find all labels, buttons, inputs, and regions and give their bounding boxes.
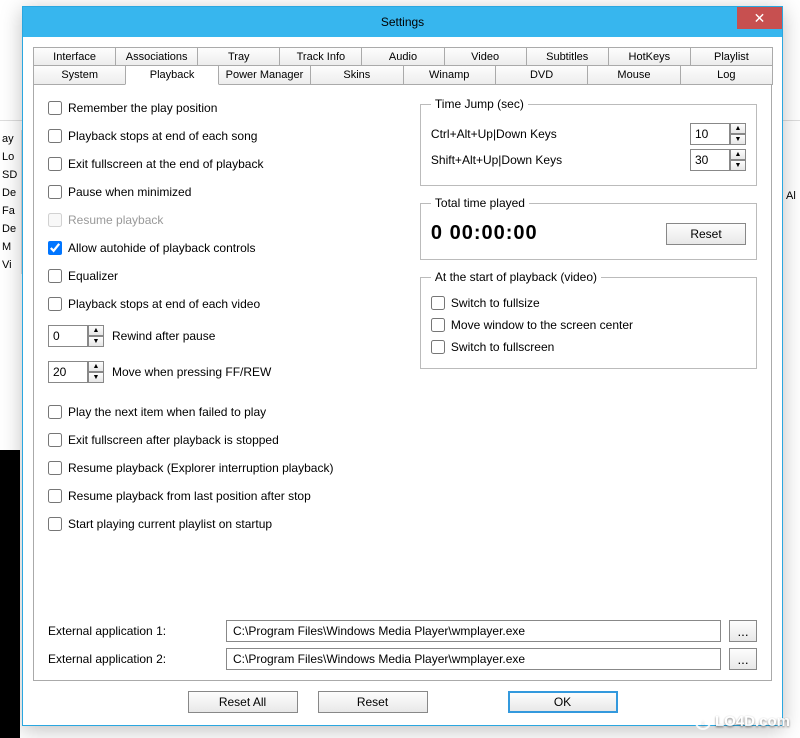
shift-keys-spinner[interactable]: ▲ ▼ xyxy=(690,149,746,171)
ctrl-keys-spinner[interactable]: ▲ ▼ xyxy=(690,123,746,145)
reset-button[interactable]: Reset xyxy=(318,691,428,713)
reset-total-time-button[interactable]: Reset xyxy=(666,223,746,245)
total-time-group: Total time played 0 00:00:00 Reset xyxy=(420,196,757,260)
tab-mouse[interactable]: Mouse xyxy=(587,65,680,85)
tab-playback[interactable]: Playback xyxy=(125,65,218,85)
shift-value[interactable] xyxy=(690,149,730,171)
download-icon: ↓ xyxy=(695,714,711,730)
close-icon: ✕ xyxy=(754,10,766,27)
spin-down-icon[interactable]: ▼ xyxy=(88,372,104,383)
total-time-legend: Total time played xyxy=(431,196,529,210)
spin-down-icon[interactable]: ▼ xyxy=(730,134,746,145)
opt-resume-playback: Resume playback xyxy=(48,209,402,231)
close-button[interactable]: ✕ xyxy=(737,7,782,29)
ffrew-label: Move when pressing FF/REW xyxy=(112,365,271,379)
tab-panel-playback: Remember the play position Playback stop… xyxy=(33,84,772,681)
rewind-value[interactable] xyxy=(48,325,88,347)
window-title: Settings xyxy=(381,15,424,29)
checkbox[interactable] xyxy=(48,405,62,419)
ok-button[interactable]: OK xyxy=(508,691,618,713)
reset-all-button[interactable]: Reset All xyxy=(188,691,298,713)
checkbox[interactable] xyxy=(48,297,62,311)
ctrl-value[interactable] xyxy=(690,123,730,145)
tab-winamp[interactable]: Winamp xyxy=(403,65,496,85)
opt-stop-end-song[interactable]: Playback stops at end of each song xyxy=(48,125,402,147)
opt-play-next-failed[interactable]: Play the next item when failed to play xyxy=(48,401,402,423)
checkbox[interactable] xyxy=(48,101,62,115)
ext-app-1-input[interactable] xyxy=(226,620,721,642)
tab-subtitles[interactable]: Subtitles xyxy=(526,47,609,66)
settings-dialog: Settings ✕ Interface Associations Tray T… xyxy=(22,6,783,726)
spin-up-icon[interactable]: ▲ xyxy=(730,149,746,160)
tab-log[interactable]: Log xyxy=(680,65,773,85)
spin-up-icon[interactable]: ▲ xyxy=(88,361,104,372)
move-ffrew-spinner[interactable]: ▲ ▼ xyxy=(48,361,104,383)
tab-skins[interactable]: Skins xyxy=(310,65,403,85)
opt-start-playlist[interactable]: Start playing current playlist on startu… xyxy=(48,513,402,535)
ext-app-1-label: External application 1: xyxy=(48,624,218,638)
checkbox[interactable] xyxy=(48,157,62,171)
checkbox[interactable] xyxy=(48,185,62,199)
checkbox[interactable] xyxy=(431,340,445,354)
ctrl-keys-label: Ctrl+Alt+Up|Down Keys xyxy=(431,127,682,141)
checkbox[interactable] xyxy=(48,517,62,531)
opt-move-center[interactable]: Move window to the screen center xyxy=(431,314,746,336)
rewind-after-pause-spinner[interactable]: ▲ ▼ xyxy=(48,325,104,347)
watermark: ↓ LO4D.com xyxy=(695,713,790,730)
total-time-value: 0 00:00:00 xyxy=(431,222,538,245)
checkbox[interactable] xyxy=(48,461,62,475)
checkbox[interactable] xyxy=(48,433,62,447)
tab-row-1: Interface Associations Tray Track Info A… xyxy=(33,47,772,65)
tab-tray[interactable]: Tray xyxy=(197,47,280,66)
start-playback-legend: At the start of playback (video) xyxy=(431,270,601,284)
titlebar[interactable]: Settings ✕ xyxy=(23,7,782,37)
opt-resume-explorer[interactable]: Resume playback (Explorer interruption p… xyxy=(48,457,402,479)
checkbox xyxy=(48,213,62,227)
shift-keys-label: Shift+Alt+Up|Down Keys xyxy=(431,153,682,167)
time-jump-legend: Time Jump (sec) xyxy=(431,97,528,111)
tab-audio[interactable]: Audio xyxy=(361,47,444,66)
checkbox[interactable] xyxy=(48,129,62,143)
checkbox[interactable] xyxy=(48,241,62,255)
opt-exit-fs-end[interactable]: Exit fullscreen at the end of playback xyxy=(48,153,402,175)
checkbox[interactable] xyxy=(48,269,62,283)
opt-switch-fullsize[interactable]: Switch to fullsize xyxy=(431,292,746,314)
opt-exit-fs-stopped[interactable]: Exit fullscreen after playback is stoppe… xyxy=(48,429,402,451)
tab-playlist[interactable]: Playlist xyxy=(690,47,773,66)
tab-interface[interactable]: Interface xyxy=(33,47,116,66)
spin-down-icon[interactable]: ▼ xyxy=(730,160,746,171)
tab-track-info[interactable]: Track Info xyxy=(279,47,362,66)
spin-up-icon[interactable]: ▲ xyxy=(730,123,746,134)
checkbox[interactable] xyxy=(431,296,445,310)
opt-remember-position[interactable]: Remember the play position xyxy=(48,97,402,119)
spin-down-icon[interactable]: ▼ xyxy=(88,336,104,347)
ext-app-1-browse-button[interactable]: ... xyxy=(729,620,757,642)
opt-stop-end-video[interactable]: Playback stops at end of each video xyxy=(48,293,402,315)
spin-up-icon[interactable]: ▲ xyxy=(88,325,104,336)
opt-pause-minimized[interactable]: Pause when minimized xyxy=(48,181,402,203)
opt-allow-autohide[interactable]: Allow autohide of playback controls xyxy=(48,237,402,259)
tab-power-manager[interactable]: Power Manager xyxy=(218,65,311,85)
ext-app-2-browse-button[interactable]: ... xyxy=(729,648,757,670)
rewind-label: Rewind after pause xyxy=(112,329,215,343)
opt-resume-last-pos[interactable]: Resume playback from last position after… xyxy=(48,485,402,507)
bg-left-snippet: ayLo SDDe FaDe MVi xyxy=(0,130,22,274)
tab-system[interactable]: System xyxy=(33,65,126,85)
opt-equalizer[interactable]: Equalizer xyxy=(48,265,402,287)
tab-hotkeys[interactable]: HotKeys xyxy=(608,47,691,66)
checkbox[interactable] xyxy=(431,318,445,332)
tab-dvd[interactable]: DVD xyxy=(495,65,588,85)
checkbox[interactable] xyxy=(48,489,62,503)
ext-app-2-input[interactable] xyxy=(226,648,721,670)
bg-right-snippet: Al xyxy=(786,190,798,202)
ffrew-value[interactable] xyxy=(48,361,88,383)
dialog-button-bar: Reset All Reset OK xyxy=(33,681,772,717)
tab-associations[interactable]: Associations xyxy=(115,47,198,66)
start-playback-group: At the start of playback (video) Switch … xyxy=(420,270,757,369)
time-jump-group: Time Jump (sec) Ctrl+Alt+Up|Down Keys ▲ … xyxy=(420,97,757,186)
ext-app-2-label: External application 2: xyxy=(48,652,218,666)
tab-row-2: System Playback Power Manager Skins Wina… xyxy=(33,65,772,84)
tab-video[interactable]: Video xyxy=(444,47,527,66)
opt-switch-fullscreen[interactable]: Switch to fullscreen xyxy=(431,336,746,358)
